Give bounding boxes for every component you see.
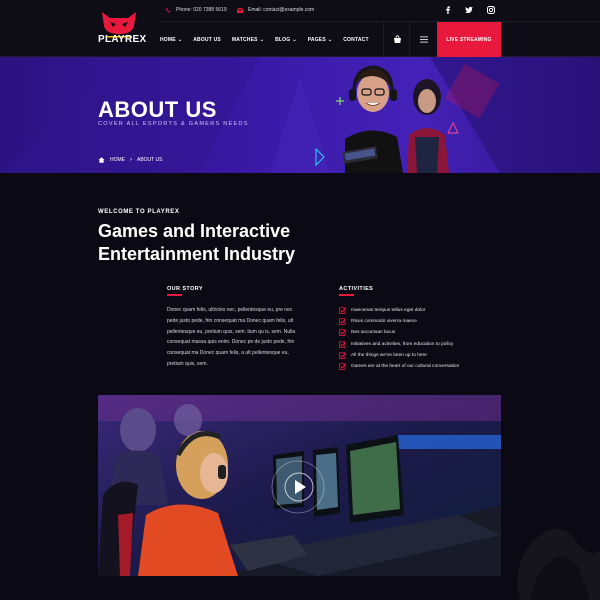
nav-item-blog[interactable]: BLOG ⌄ [275,37,297,43]
activities-title: ACTIVITIES [339,286,374,292]
instagram-icon[interactable] [486,5,496,15]
play-video-icon[interactable] [279,470,319,504]
list-item: Initiatives and activities, from educati… [339,339,509,350]
list-item-text: All the things we've been up to here [351,352,427,358]
checkbox-checked-icon [339,307,346,314]
activities-list: maecenas tempus tellus eget dolor Risus … [339,305,509,372]
nav-item-pages[interactable]: PAGES ⌄ [308,37,333,43]
twitter-icon[interactable] [464,5,474,15]
list-item: All the things we've been up to here [339,350,509,361]
list-item-text: Nes accumsan lacus [351,330,396,336]
list-item: maecenas tempus tellus eget dolor [339,305,509,316]
breadcrumb: HOME › ABOUT US [98,157,162,163]
breadcrumb-current: ABOUT US [137,157,163,163]
list-item: Nes accumsan lacus [339,327,509,338]
hero-pattern [0,57,600,173]
top-bar: Phone: 020 7388 5619 Email: contact@exam… [160,0,600,22]
nav-label: PAGES [307,36,326,43]
nav-label: HOME [160,36,176,43]
nav-item-about-us[interactable]: ABOUT US [193,37,221,43]
chevron-down-icon: ⌄ [177,36,183,43]
phone-info: Phone: 020 7388 5619 [165,7,227,13]
facebook-icon[interactable] [443,5,453,15]
checkbox-checked-icon [339,318,346,326]
nav-label: CONTACT [343,36,369,43]
site-header: PLAYREX Phone: 020 7388 5619 Email: cont… [0,0,600,57]
story-text: Donec quam felis, ultricies nec, pellent… [167,307,296,367]
activities-underline [339,294,354,296]
divider [383,22,384,57]
phone-icon [166,7,171,12]
live-streaming-button[interactable]: LIVE STREAMING [437,22,501,57]
checkbox-checked-icon [339,363,346,370]
page-subtitle: COVER ALL ESPORTS & GAMERS NEEDS [98,121,249,127]
chevron-down-icon: ⌄ [259,36,265,43]
list-item: Risus commodo viverra maece [339,316,509,327]
list-item-text: Initiatives and activities, from educati… [351,341,454,347]
nav-label: BLOG [275,36,291,43]
gamers-hero-image [342,65,449,173]
list-item-text: Risus commodo viverra maece [351,319,417,325]
chevron-right-icon: › [130,157,132,163]
checkbox-checked-icon [339,329,346,337]
list-item: Games are at the heart of our cultural c… [339,361,509,372]
phone-text: Phone: 020 7388 5619 [176,7,227,13]
chevron-down-icon: ⌄ [327,36,333,43]
nav-label: MATCHES [231,36,258,43]
list-item-text: Games are at the heart of our cultural c… [351,364,460,370]
section-headline: Games and Interactive Entertainment Indu… [98,221,296,264]
breadcrumb-home[interactable]: HOME [110,157,125,163]
list-item-text: maecenas tempus tellus eget dolor [351,308,426,314]
brand-name[interactable]: PLAYREX [98,34,146,45]
email-text[interactable]: Email: contact@example.com [248,7,314,13]
page-hero: ABOUT US COVER ALL ESPORTS & GAMERS NEED… [0,57,600,173]
mail-icon [237,7,243,13]
story-underline [167,294,182,296]
nav-item-matches[interactable]: MATCHES ⌄ [232,37,264,43]
nav-label: ABOUT US [193,36,221,43]
section-kicker: WELCOME TO PLAYREX [98,209,180,215]
cart-icon[interactable] [393,35,402,44]
chevron-down-icon: ⌄ [292,36,297,43]
menu-icon[interactable] [420,36,428,43]
main-nav: HOME ⌄ ABOUT US MATCHES ⌄ BLOG ⌄ PAGES ⌄ CON… [160,22,380,57]
checkbox-checked-icon [339,341,346,348]
email-info: Email: contact@example.com [237,7,314,13]
divider [409,22,410,57]
story-title: OUR STORY [167,286,203,292]
nav-item-contact[interactable]: CONTACT [343,37,368,43]
home-icon [98,157,105,163]
page: PLAYREX Phone: 020 7388 5619 Email: cont… [0,0,600,600]
page-title: ABOUT US [98,97,217,122]
checkbox-checked-icon [339,352,346,359]
nav-item-home[interactable]: HOME ⌄ [160,37,182,43]
